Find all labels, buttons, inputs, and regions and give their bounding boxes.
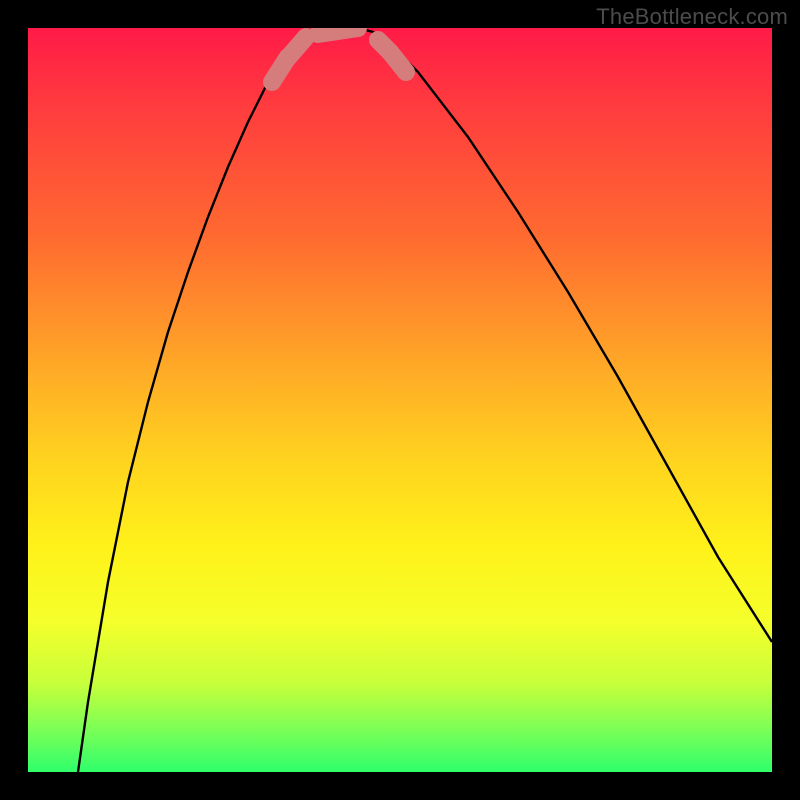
curve-markers — [272, 28, 406, 82]
marker-segment — [390, 52, 406, 72]
bottleneck-curve — [78, 28, 772, 772]
marker-segment — [286, 37, 306, 60]
curve-svg — [28, 28, 772, 772]
chart-frame: TheBottleneck.com — [0, 0, 800, 800]
marker-segment — [318, 28, 358, 34]
watermark-text: TheBottleneck.com — [596, 4, 788, 30]
plot-area — [28, 28, 772, 772]
